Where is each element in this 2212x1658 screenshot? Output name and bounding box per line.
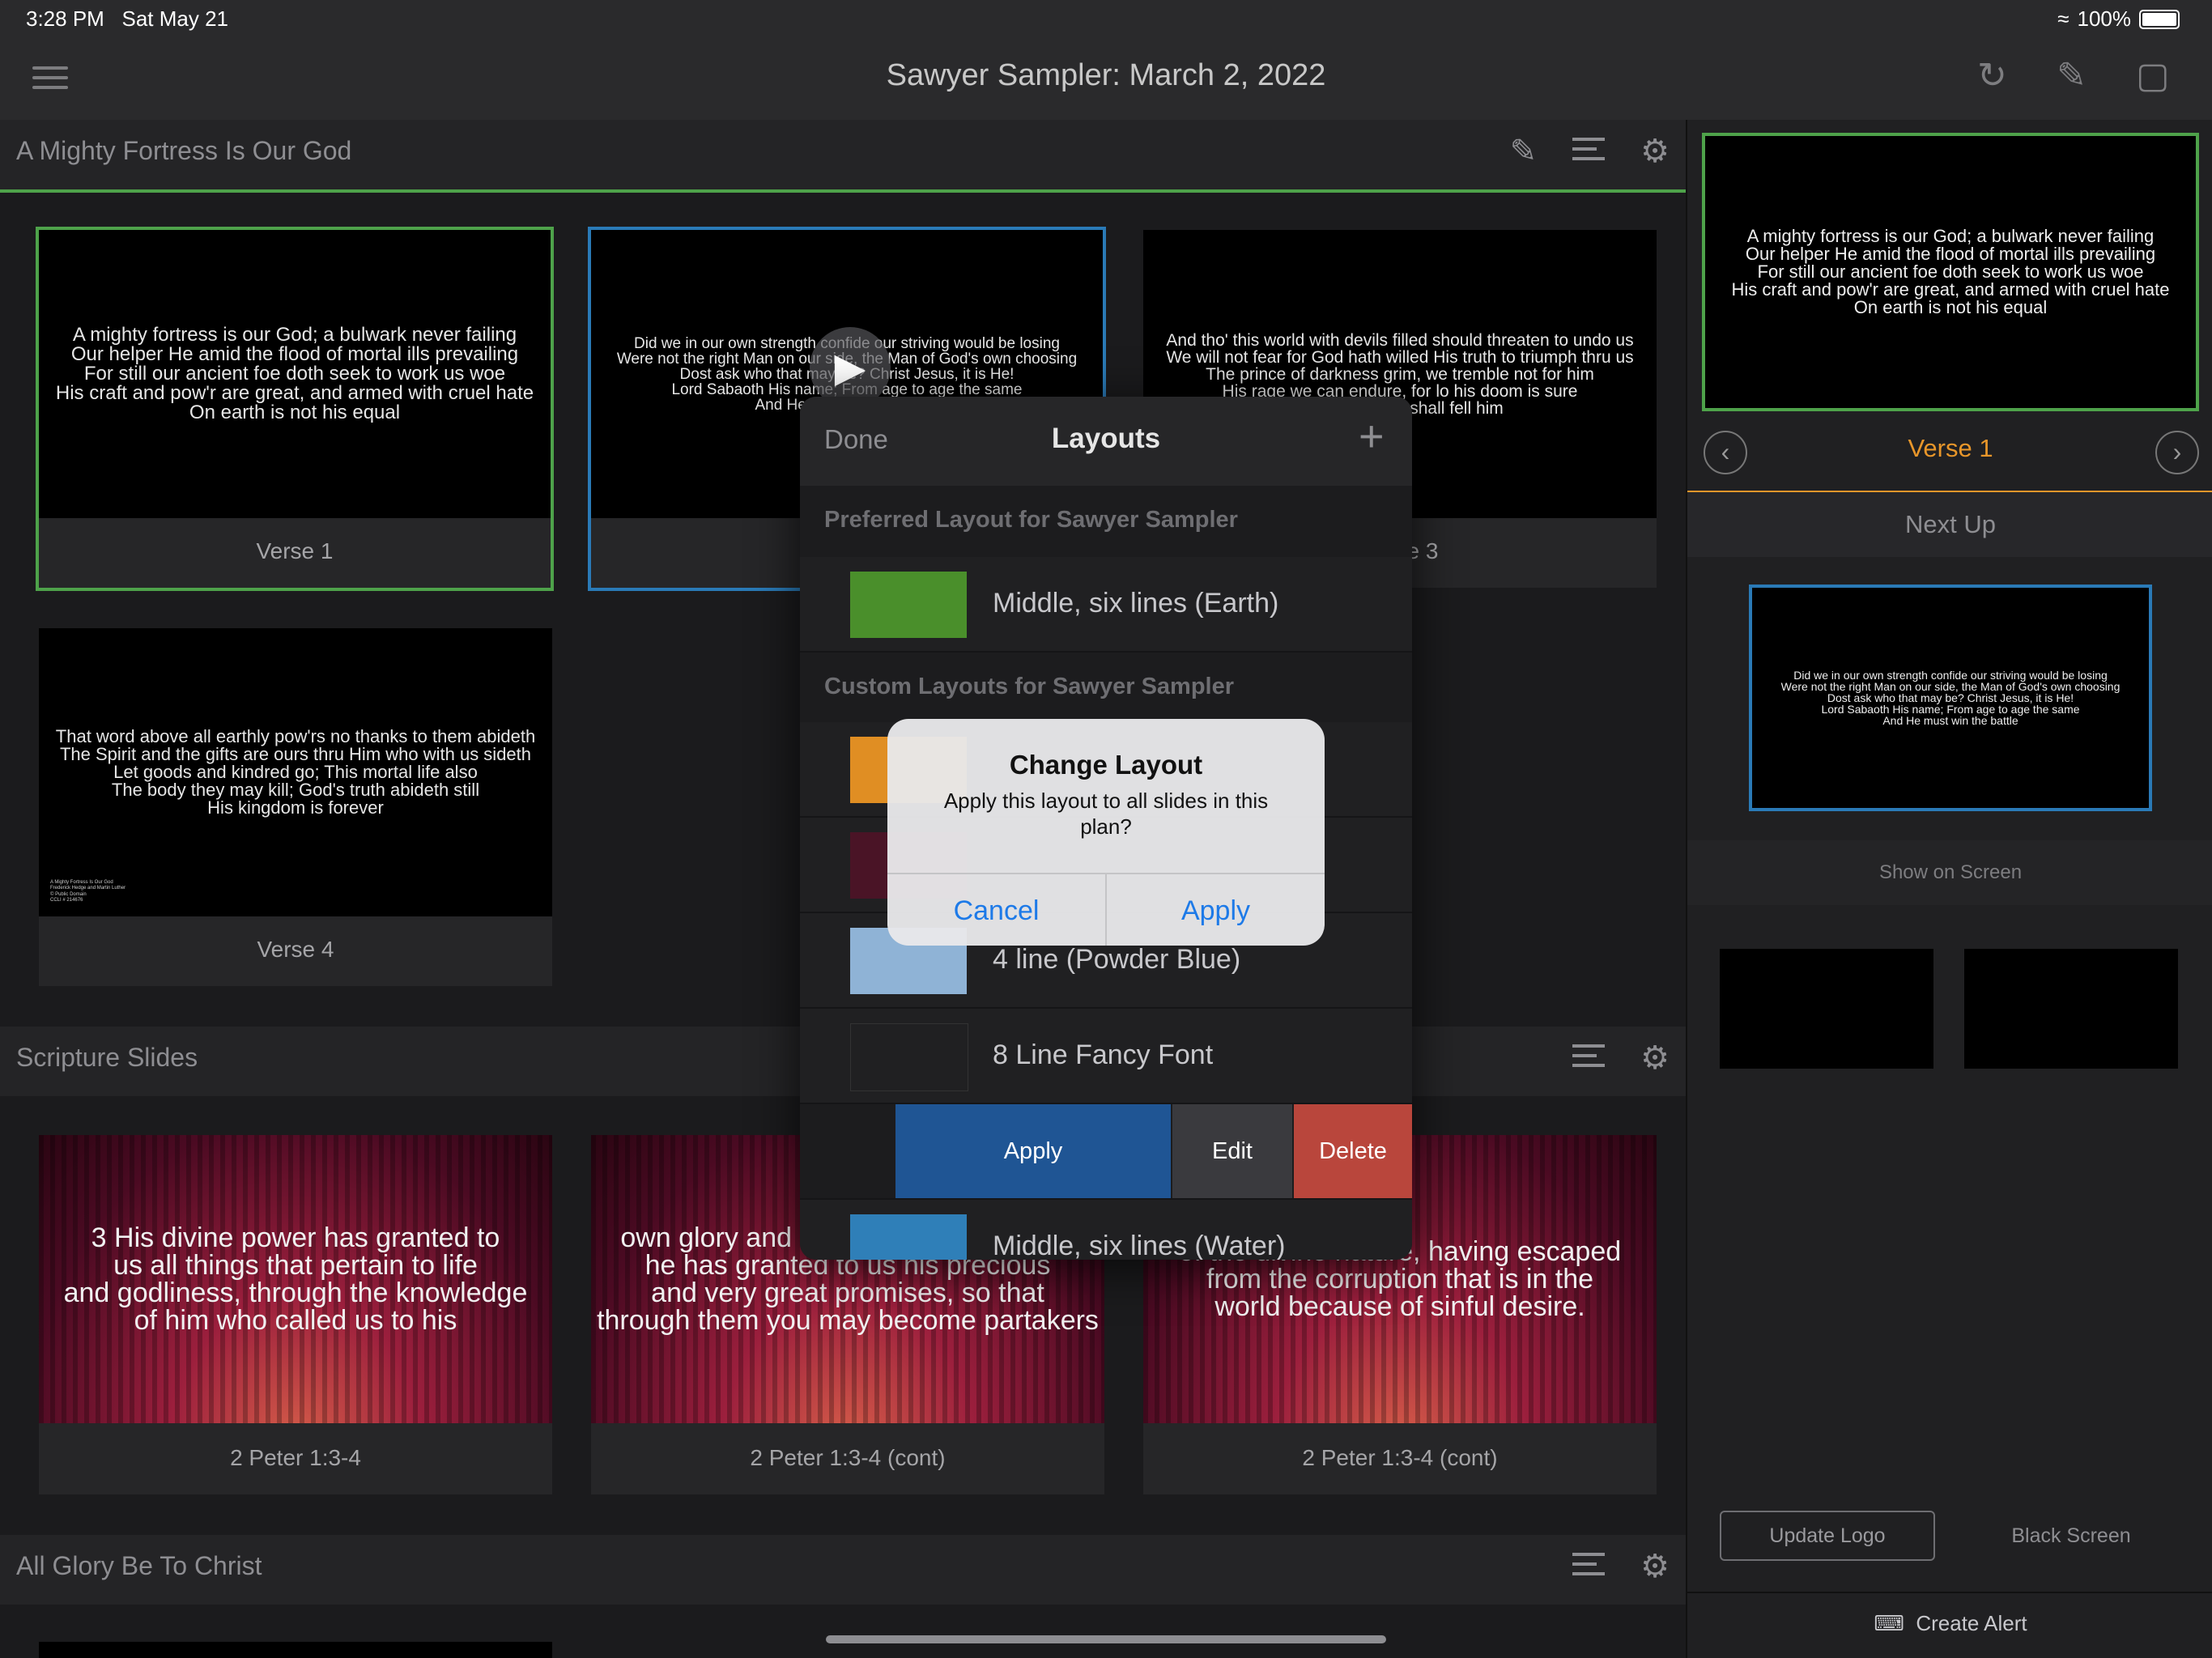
next-up-preview[interactable]: Did we in our own strength confide our s…	[1749, 585, 2152, 811]
section-title: Scripture Slides	[16, 1043, 198, 1072]
gear-icon[interactable]: ⚙	[1640, 1548, 1670, 1585]
slide-caption: 2 Peter 1:3-4 (cont)	[1302, 1445, 1498, 1470]
logo-thumbnail[interactable]	[1720, 949, 1933, 1069]
home-indicator	[826, 1635, 1386, 1643]
slide-text: That word above all earthly pow'rs no th…	[55, 726, 536, 818]
layout-thumbnail	[850, 572, 967, 638]
section-title: A Mighty Fortress Is Our God	[16, 136, 352, 165]
keyboard-icon: ⌨	[1874, 1611, 1904, 1635]
slide-verse-1[interactable]: A mighty fortress is our God; a bulwark …	[36, 227, 554, 591]
page-title: Sawyer Sampler: March 2, 2022	[886, 58, 1326, 92]
section-title: All Glory Be To Christ	[16, 1551, 262, 1580]
edit-icon[interactable]: ✎	[2057, 55, 2087, 96]
slide-credit: A Mighty Fortress Is Our God Frederick H…	[50, 880, 126, 903]
slide-text: A mighty fortress is our God; a bulwark …	[55, 324, 534, 423]
status-time: 3:28 PM Sat May 21	[26, 6, 229, 31]
play-icon[interactable]: ▶	[810, 327, 891, 408]
preferred-layout-header: Preferred Layout for Sawyer Sampler	[824, 507, 1238, 533]
alert-buttons: Cancel Apply	[887, 873, 1325, 946]
live-preview[interactable]: A mighty fortress is our God; a bulwark …	[1702, 133, 2199, 411]
gear-icon[interactable]: ⚙	[1640, 133, 1670, 170]
layout-thumbnail	[850, 1214, 967, 1260]
layouts-header: Done Layouts +	[800, 397, 1412, 486]
arrange-icon[interactable]	[1572, 138, 1606, 165]
next-up-text: Did we in our own strength confide our s…	[1780, 669, 2121, 727]
battery-percent: 100%	[2077, 6, 2132, 31]
status-right: ≈ 100%	[2057, 6, 2180, 32]
section-header-song-2[interactable]: All Glory Be To Christ ⚙	[0, 1535, 1686, 1605]
slide-text: 3 His divine power has granted to us all…	[63, 1222, 528, 1336]
black-screen-button[interactable]: Black Screen	[1964, 1512, 2178, 1559]
layout-thumbnail	[850, 1023, 968, 1091]
alert-message: Apply this layout to all slides in this …	[943, 789, 1269, 839]
apply-button[interactable]: Apply	[1107, 874, 1325, 946]
show-on-screen-header: Show on Screen	[1687, 840, 2212, 905]
section-header-song[interactable]: A Mighty Fortress Is Our God ✎ ⚙	[0, 120, 1686, 193]
divider	[1687, 1592, 2212, 1593]
status-bar: 3:28 PM Sat May 21 ≈ 100%	[0, 0, 2212, 39]
alert-title: Change Layout	[1009, 750, 1203, 780]
slide-caption: Verse 4	[257, 937, 334, 962]
arrange-icon[interactable]	[1572, 1553, 1606, 1580]
live-preview-text: A mighty fortress is our God; a bulwark …	[1731, 226, 2170, 317]
refresh-icon[interactable]: ↻	[1977, 55, 2007, 96]
slide-caption: 2 Peter 1:3-4	[230, 1445, 361, 1470]
layout-name: 8 Line Fancy Font	[993, 1039, 1214, 1070]
layout-row-water[interactable]: Middle, six lines (Water)	[800, 1200, 1412, 1260]
layout-row-fancy-font[interactable]: 8 Line Fancy Font	[800, 1009, 1412, 1104]
projector-icon[interactable]: ▢	[2136, 55, 2170, 96]
wifi-icon: ≈	[2057, 6, 2069, 31]
gear-icon[interactable]: ⚙	[1640, 1039, 1670, 1077]
black-screen-thumbnail[interactable]	[1964, 949, 2178, 1069]
swipe-edit-button[interactable]: Edit	[1172, 1104, 1292, 1198]
slide-verse-4[interactable]: That word above all earthly pow'rs no th…	[39, 628, 552, 986]
swipe-apply-button[interactable]: Apply	[895, 1104, 1171, 1198]
right-panel: A mighty fortress is our God; a bulwark …	[1686, 120, 2212, 1658]
update-logo-button[interactable]: Update Logo	[1720, 1511, 1935, 1561]
next-slide-button[interactable]: ›	[2155, 431, 2199, 474]
edit-icon[interactable]: ✎	[1510, 133, 1538, 170]
slide-partial[interactable]	[39, 1642, 552, 1658]
add-layout-button[interactable]: +	[1359, 411, 1385, 461]
layout-row-preferred[interactable]: Middle, six lines (Earth)	[800, 557, 1412, 653]
layout-name: Middle, six lines (Earth)	[993, 588, 1279, 619]
layouts-title: Layouts	[1051, 423, 1161, 454]
nav-bar: Sawyer Sampler: March 2, 2022 ↻ ✎ ▢	[0, 39, 2212, 120]
change-layout-alert: Change Layout Apply this layout to all s…	[887, 719, 1325, 946]
custom-layouts-header: Custom Layouts for Sawyer Sampler	[824, 674, 1235, 699]
layout-name: Middle, six lines (Water)	[993, 1231, 1286, 1260]
slide-scripture-1[interactable]: 3 His divine power has granted to us all…	[39, 1135, 552, 1494]
arrange-icon[interactable]	[1572, 1044, 1606, 1072]
slide-caption: Verse 1	[256, 538, 334, 563]
battery-icon	[2139, 9, 2180, 29]
current-slide-label: Verse 1	[1908, 434, 1993, 462]
layout-row-swiped: Apply Edit Delete	[800, 1104, 1412, 1200]
slide-caption: 2 Peter 1:3-4 (cont)	[750, 1445, 946, 1470]
swipe-delete-button[interactable]: Delete	[1294, 1104, 1412, 1198]
cancel-button[interactable]: Cancel	[887, 874, 1105, 946]
next-up-header: Next Up	[1687, 492, 2212, 557]
layout-name: 4 line (Powder Blue)	[993, 944, 1241, 975]
create-alert-button[interactable]: ⌨ Create Alert	[1687, 1611, 2212, 1636]
